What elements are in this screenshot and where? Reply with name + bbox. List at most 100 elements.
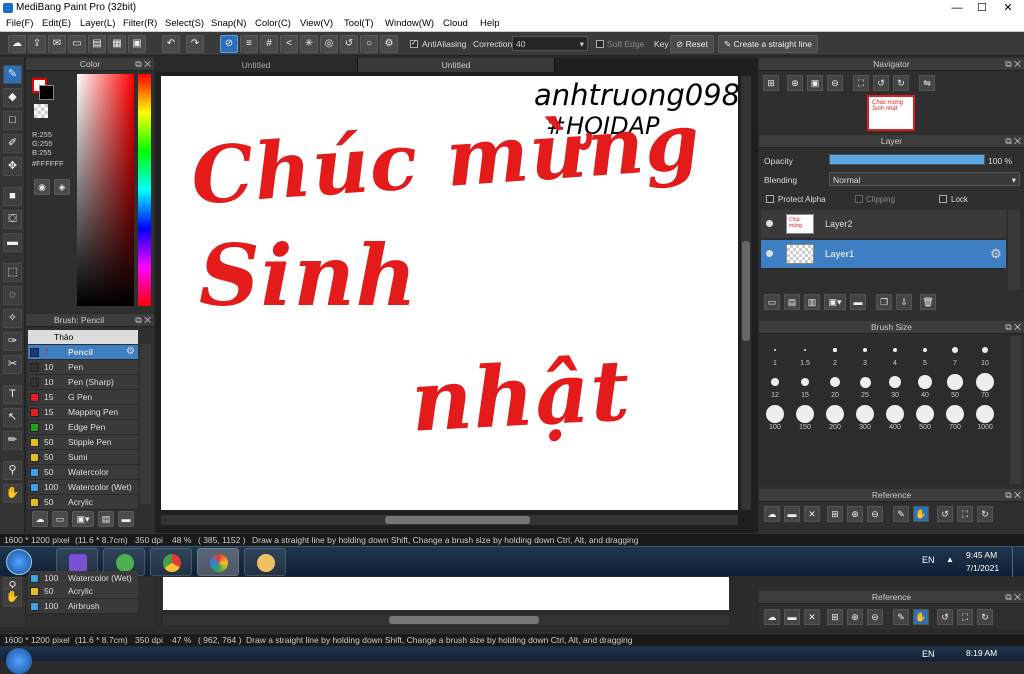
show-desktop-button[interactable] <box>1012 547 1024 577</box>
rotate-left-icon[interactable]: ↺ <box>937 506 953 522</box>
language-indicator[interactable]: EN <box>922 555 935 565</box>
dup-horizontal-scrollbar[interactable] <box>163 615 729 625</box>
brush-item[interactable]: 10 Pen (Sharp) <box>28 375 138 390</box>
hand-tool-icon[interactable]: ✋ <box>3 484 22 503</box>
close-reference-icon[interactable]: ✕ <box>804 609 820 625</box>
panel-close-icon[interactable]: ⧉ ✕ <box>1005 135 1021 148</box>
color-picker-icon[interactable]: ◈ <box>54 179 70 195</box>
menu-view[interactable]: View(V) <box>300 18 333 29</box>
brush-item[interactable]: 15 Mapping Pen <box>28 405 138 420</box>
cross-snap-icon[interactable]: # <box>260 35 278 53</box>
brush-menu-icon[interactable]: ▣▾ <box>72 511 94 527</box>
eraser-tool-icon[interactable]: ◆ <box>3 88 22 107</box>
brush-item[interactable]: 10 Edge Pen <box>28 420 138 435</box>
navigator-preview[interactable]: Chúc mừng Sinh nhật <box>867 95 915 131</box>
reference-cloud-icon[interactable]: ☁ <box>764 609 780 625</box>
brush-size-option[interactable]: 20 <box>820 372 850 404</box>
blending-select[interactable]: Normal ▾ <box>829 172 1020 186</box>
zoom-in-icon[interactable]: ⊕ <box>847 506 863 522</box>
horizontal-scroll-thumb[interactable] <box>385 516 530 524</box>
rect-select-icon[interactable]: ⬚ <box>3 263 22 282</box>
actual-size-icon[interactable]: ▣ <box>807 75 823 91</box>
rotate-left-icon[interactable]: ↺ <box>873 75 889 91</box>
zoom-in-icon[interactable]: ⊕ <box>847 609 863 625</box>
move-tool-icon[interactable]: ✥ <box>3 157 22 176</box>
duplicate-layer-icon[interactable]: ❐ <box>876 294 892 310</box>
parallel-snap-icon[interactable]: ≡ <box>240 35 258 53</box>
brush-size-scrollbar[interactable] <box>1010 336 1021 484</box>
redo-icon[interactable]: ↷ <box>186 35 204 53</box>
brush-size-option[interactable]: 15 <box>790 372 820 404</box>
lock-checkbox[interactable] <box>939 195 947 203</box>
clock-time[interactable]: 8:19 AM <box>966 648 997 658</box>
palette-icon[interactable]: ◉ <box>34 179 50 195</box>
brush-item[interactable]: 100 Airbrush <box>28 599 138 614</box>
hand-icon[interactable]: ✋ <box>913 506 929 522</box>
rotate-left-icon[interactable]: ↺ <box>937 609 953 625</box>
transparent-color-swatch[interactable] <box>34 104 48 118</box>
menu-filter[interactable]: Filter(R) <box>123 18 157 29</box>
select-pen-icon[interactable]: ✐ <box>3 134 22 153</box>
panel-close-icon[interactable]: ⧉ ✕ <box>1005 321 1021 334</box>
brush-size-option[interactable]: 1.5 <box>790 340 820 372</box>
cloud-icon[interactable]: ☁ <box>8 35 26 53</box>
menu-window[interactable]: Window(W) <box>385 18 434 29</box>
grid-icon[interactable]: ▦ <box>108 35 126 53</box>
magic-wand-icon[interactable]: ✧ <box>3 309 22 328</box>
fit-window-icon[interactable]: ⛶ <box>957 506 973 522</box>
zoom-fit-icon[interactable]: ⊞ <box>827 506 843 522</box>
ellipse-snap-icon[interactable]: ○ <box>360 35 378 53</box>
brush-size-option[interactable]: 1 <box>760 340 790 372</box>
tab-untitled-2[interactable]: Untitled <box>358 58 555 72</box>
taskbar-paint[interactable] <box>244 548 286 576</box>
visibility-eye-icon[interactable] <box>766 250 773 257</box>
zoom-out-icon[interactable]: ⊖ <box>867 609 883 625</box>
gear-icon[interactable]: ⚙ <box>990 246 1002 262</box>
merge-layer-icon[interactable]: ⇩ <box>896 294 912 310</box>
brush-size-option[interactable]: 1000 <box>970 404 1000 436</box>
brush-size-option[interactable]: 100 <box>760 404 790 436</box>
new-layer-icon[interactable]: ▭ <box>764 294 780 310</box>
horizontal-scrollbar[interactable] <box>161 515 738 525</box>
rotate-right-icon[interactable]: ↻ <box>977 506 993 522</box>
menu-help[interactable]: Help <box>480 18 500 29</box>
brush-size-option[interactable]: 40 <box>910 372 940 404</box>
saturation-value-picker[interactable] <box>77 74 134 306</box>
open-folder-icon[interactable]: ▬ <box>784 506 800 522</box>
rotate-right-icon[interactable]: ↻ <box>977 609 993 625</box>
brush-group-header[interactable]: Thảo <box>28 330 138 344</box>
rotate-right-icon[interactable]: ↻ <box>893 75 909 91</box>
layer-list-scrollbar[interactable] <box>1008 210 1020 290</box>
straight-line-button[interactable]: ✎ Create a straight line <box>718 35 818 53</box>
gradient-tool-icon[interactable]: ▬ <box>3 233 22 252</box>
language-indicator[interactable]: EN <box>922 649 935 659</box>
eyedropper-icon[interactable]: ✎ <box>893 609 909 625</box>
export-icon[interactable]: ▣ <box>128 35 146 53</box>
bucket-tool-icon[interactable]: ⛋ <box>3 210 22 229</box>
brush-size-option[interactable]: 300 <box>850 404 880 436</box>
save-icon[interactable]: ▤ <box>88 35 106 53</box>
brush-size-option[interactable]: 150 <box>790 404 820 436</box>
fit-window-icon[interactable]: ⛶ <box>957 609 973 625</box>
menu-cloud[interactable]: Cloud <box>443 18 468 29</box>
fit-window-icon[interactable]: ⛶ <box>853 75 869 91</box>
vanish-snap-icon[interactable]: < <box>280 35 298 53</box>
brush-item[interactable]: 50 Stipple Pen <box>28 435 138 450</box>
new-file-icon[interactable]: ▭ <box>68 35 86 53</box>
brush-size-option[interactable]: 700 <box>940 404 970 436</box>
tray-chevron-icon[interactable]: ▲ <box>946 555 954 564</box>
protect-alpha-checkbox[interactable] <box>766 195 774 203</box>
brush-item[interactable]: 7 Pencil ⚙ <box>28 345 138 360</box>
circle-snap-icon[interactable]: ◎ <box>320 35 338 53</box>
brush-size-option[interactable]: 3 <box>850 340 880 372</box>
snap-off-icon[interactable]: ⊘ <box>220 35 238 53</box>
soft-edge-checkbox[interactable] <box>596 40 604 48</box>
open-folder-icon[interactable]: ▬ <box>784 609 800 625</box>
zoom-fit-icon[interactable]: ⊞ <box>763 75 779 91</box>
vertical-scrollbar[interactable] <box>741 76 751 510</box>
taskbar-chrome[interactable] <box>150 548 192 576</box>
brush-item[interactable]: 50 Watercolor <box>28 465 138 480</box>
menu-edit[interactable]: Edit(E) <box>42 18 71 29</box>
hand-tool-icon[interactable]: ✋ <box>3 588 22 607</box>
radial-snap-icon[interactable]: ✳ <box>300 35 318 53</box>
